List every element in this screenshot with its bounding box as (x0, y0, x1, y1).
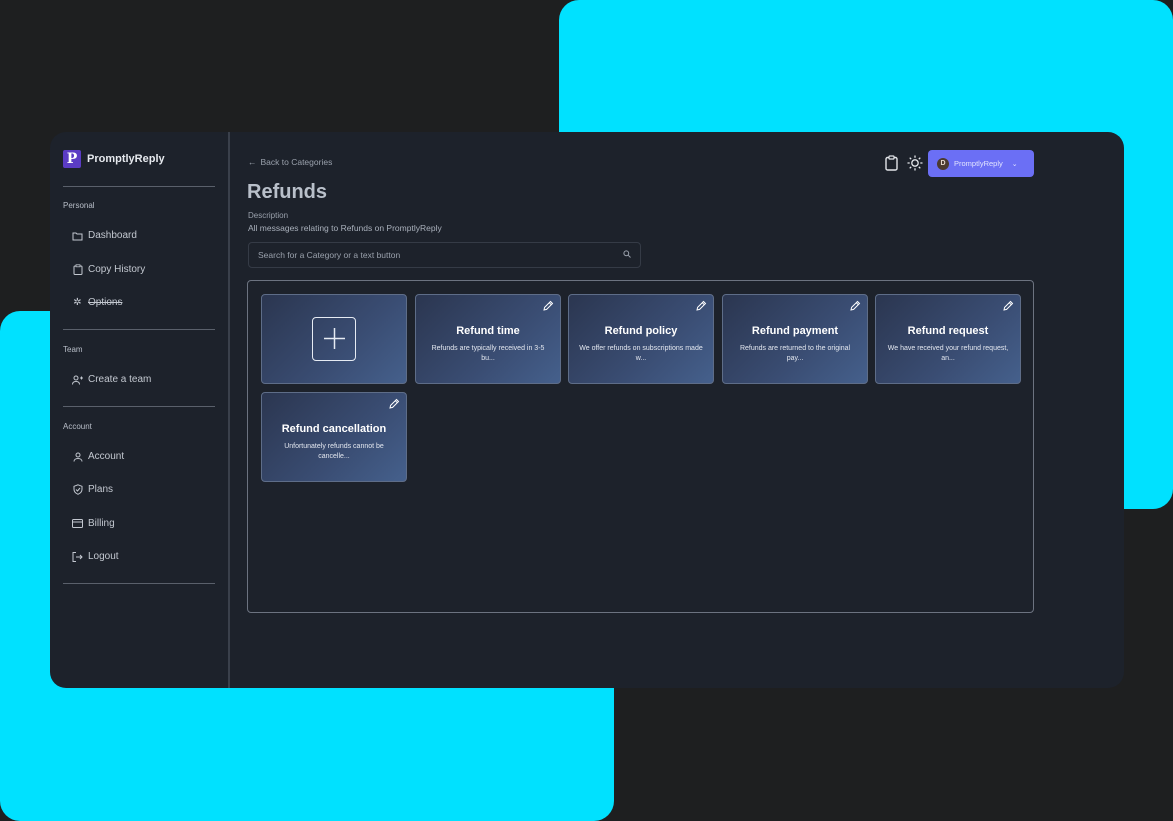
search-icon[interactable] (623, 250, 631, 260)
user-name: PromptlyReply (954, 159, 1003, 168)
gear-icon: ✲ (73, 297, 82, 308)
brand-logo: P (63, 150, 81, 168)
description-label: Description (248, 211, 289, 220)
sidebar-item-label: Copy History (88, 264, 146, 275)
sidebar-divider (63, 583, 215, 584)
description-text: All messages relating to Refunds on Prom… (248, 223, 442, 233)
sidebar-divider (63, 186, 215, 187)
sidebar-item-copy-history[interactable]: Copy History (72, 264, 145, 275)
arrow-left-icon: ← (248, 157, 257, 167)
shield-icon (72, 484, 83, 495)
credit-card-icon (72, 518, 83, 529)
brand-name: PromptlyReply (87, 153, 165, 165)
category-card[interactable]: Refund cancellation Unfortunately refund… (261, 392, 407, 482)
clipboard-icon[interactable] (883, 154, 899, 172)
sidebar-item-label: Plans (88, 484, 114, 495)
sidebar: P PromptlyReply Personal Dashboard Copy … (50, 132, 230, 688)
sidebar-item-logout[interactable]: Logout (72, 551, 119, 562)
card-title: Refund request (907, 325, 989, 337)
card-title: Refund policy (604, 325, 678, 337)
user-icon (72, 451, 83, 462)
section-title-account: Account (63, 422, 92, 431)
category-grid: Refund time Refunds are typically receiv… (247, 280, 1034, 613)
pencil-icon[interactable] (542, 299, 554, 311)
sidebar-divider (63, 329, 215, 330)
card-snippet: Refunds are typically received in 3-5 bu… (431, 345, 545, 362)
plus-icon (312, 317, 356, 361)
sidebar-item-options[interactable]: ✲ Options (72, 297, 122, 308)
category-card[interactable]: Refund request We have received your ref… (875, 294, 1021, 384)
main-content: ← Back to Categories Refunds Description… (232, 132, 1124, 688)
sidebar-item-plans[interactable]: Plans (72, 484, 113, 495)
back-link-label: Back to Categories (260, 157, 333, 167)
sidebar-item-label: Dashboard (88, 230, 137, 241)
sidebar-item-billing[interactable]: Billing (72, 518, 115, 529)
card-title: Refund time (456, 325, 520, 337)
avatar: D (937, 157, 949, 170)
user-menu-button[interactable]: D PromptlyReply ⌄ (928, 150, 1034, 177)
card-snippet: Refunds are returned to the original pay… (739, 345, 851, 362)
sidebar-divider (63, 406, 215, 407)
clipboard-icon (72, 264, 83, 275)
sun-icon[interactable] (907, 154, 923, 172)
sidebar-item-create-team[interactable]: Create a team (72, 374, 151, 385)
header-icons (883, 154, 923, 172)
card-title: Refund payment (751, 325, 839, 337)
brand[interactable]: P PromptlyReply (63, 150, 165, 168)
category-card[interactable]: Refund time Refunds are typically receiv… (415, 294, 561, 384)
chevron-down-icon: ⌄ (1011, 160, 1018, 168)
search-input[interactable] (258, 250, 598, 260)
logout-icon (72, 551, 83, 562)
sidebar-item-label: Logout (88, 551, 119, 562)
pencil-icon[interactable] (388, 397, 400, 409)
page-title: Refunds (247, 181, 327, 203)
card-snippet: We offer refunds on subscriptions made w… (579, 345, 703, 362)
card-snippet: We have received your refund request, an… (887, 345, 1009, 362)
add-category-card[interactable] (261, 294, 407, 384)
back-to-categories-link[interactable]: ← Back to Categories (248, 157, 332, 167)
sidebar-item-label: Options (88, 297, 123, 308)
category-card[interactable]: Refund payment Refunds are returned to t… (722, 294, 868, 384)
sidebar-item-dashboard[interactable]: Dashboard (72, 230, 137, 241)
folder-icon (72, 230, 83, 241)
sidebar-item-account[interactable]: Account (72, 451, 124, 462)
sidebar-item-label: Billing (88, 518, 115, 529)
section-title-team: Team (63, 345, 83, 354)
sidebar-item-label: Account (88, 451, 125, 462)
category-card[interactable]: Refund policy We offer refunds on subscr… (568, 294, 714, 384)
sidebar-item-label: Create a team (88, 374, 152, 385)
card-snippet: Unfortunately refunds cannot be cancelle… (284, 443, 384, 460)
search-box (248, 242, 641, 268)
pencil-icon[interactable] (1002, 299, 1014, 311)
user-plus-icon (72, 374, 83, 385)
section-title-personal: Personal (63, 201, 95, 210)
app-window: P PromptlyReply Personal Dashboard Copy … (50, 132, 1124, 688)
pencil-icon[interactable] (849, 299, 861, 311)
pencil-icon[interactable] (695, 299, 707, 311)
card-title: Refund cancellation (281, 423, 387, 435)
